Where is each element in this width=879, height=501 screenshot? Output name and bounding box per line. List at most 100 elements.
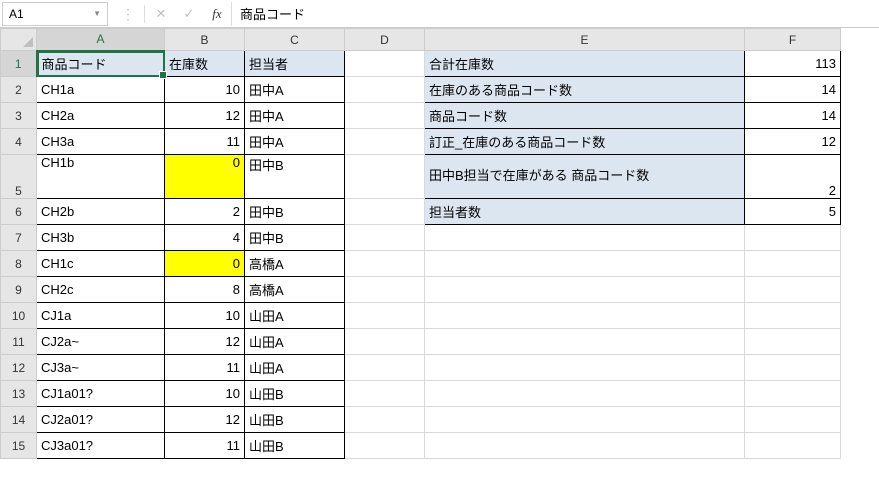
cell-E[interactable]: 商品コード数 [425,103,745,129]
cell-F[interactable]: 5 [745,199,841,225]
cell-E[interactable]: 田中B担当で在庫がある 商品コード数 [425,155,745,199]
cell-F[interactable] [745,303,841,329]
cell-E[interactable]: 担当者数 [425,199,745,225]
cell-E[interactable] [425,381,745,407]
cell-D[interactable] [345,129,425,155]
cell-F[interactable] [745,355,841,381]
cell-B[interactable]: 4 [165,225,245,251]
row-header[interactable]: 4 [1,129,37,155]
cell-B[interactable]: 12 [165,329,245,355]
cell-B[interactable]: 0 [165,251,245,277]
cell-A[interactable]: CH3b [37,225,165,251]
row-header[interactable]: 10 [1,303,37,329]
cell-D[interactable] [345,251,425,277]
cell-B[interactable]: 10 [165,303,245,329]
cell-A[interactable]: CJ3a~ [37,355,165,381]
cell-A[interactable]: CH2c [37,277,165,303]
enter-icon[interactable]: ✓ [175,2,203,26]
cell-C[interactable]: 高橋A [245,251,345,277]
cell-E[interactable] [425,433,745,459]
cell-C[interactable]: 田中B [245,225,345,251]
cell-B[interactable]: 10 [165,77,245,103]
cell-D[interactable] [345,355,425,381]
cell-B[interactable]: 12 [165,103,245,129]
cell-D[interactable] [345,277,425,303]
cell-A[interactable]: CJ1a01? [37,381,165,407]
cell-B[interactable]: 8 [165,277,245,303]
row-header[interactable]: 14 [1,407,37,433]
cell-E[interactable] [425,329,745,355]
cell-C[interactable]: 山田B [245,433,345,459]
cell-D[interactable] [345,199,425,225]
cell-D[interactable] [345,303,425,329]
cell-B[interactable]: 2 [165,199,245,225]
cell-C1[interactable]: 担当者 [245,51,345,77]
cell-D[interactable] [345,103,425,129]
cell-F[interactable]: 14 [745,103,841,129]
cell-D[interactable] [345,433,425,459]
cell-B[interactable]: 11 [165,129,245,155]
cell-A1[interactable]: 商品コード [37,51,165,77]
chevron-down-icon[interactable]: ▼ [93,9,101,18]
col-header-F[interactable]: F [745,29,841,51]
row-header[interactable]: 7 [1,225,37,251]
cell-A[interactable]: CH2b [37,199,165,225]
cell-C[interactable]: 山田A [245,355,345,381]
cell-A[interactable]: CH1c [37,251,165,277]
col-header-B[interactable]: B [165,29,245,51]
cell-E[interactable] [425,355,745,381]
cell-C[interactable]: 田中A [245,129,345,155]
cell-D1[interactable] [345,51,425,77]
cell-E[interactable] [425,303,745,329]
cell-C[interactable]: 山田A [245,329,345,355]
col-header-D[interactable]: D [345,29,425,51]
cell-D[interactable] [345,407,425,433]
cell-C[interactable]: 田中A [245,103,345,129]
row-header[interactable]: 15 [1,433,37,459]
cell-F[interactable] [745,277,841,303]
cell-E[interactable]: 在庫のある商品コード数 [425,77,745,103]
col-header-A[interactable]: A [37,29,165,51]
formula-input[interactable] [231,2,879,26]
cell-C[interactable]: 山田B [245,407,345,433]
row-header[interactable]: 2 [1,77,37,103]
cell-A[interactable]: CJ2a01? [37,407,165,433]
row-header[interactable]: 5 [1,155,37,199]
cell-C[interactable]: 田中B [245,199,345,225]
cell-D[interactable] [345,225,425,251]
cell-A[interactable]: CH2a [37,103,165,129]
cell-E[interactable] [425,225,745,251]
row-header[interactable]: 13 [1,381,37,407]
cell-F[interactable] [745,251,841,277]
cell-C[interactable]: 山田B [245,381,345,407]
cell-A[interactable]: CJ2a~ [37,329,165,355]
cell-E[interactable] [425,251,745,277]
cell-C[interactable]: 高橋A [245,277,345,303]
cell-F[interactable] [745,329,841,355]
cell-D[interactable] [345,329,425,355]
cell-E[interactable] [425,277,745,303]
row-header[interactable]: 12 [1,355,37,381]
row-header[interactable]: 8 [1,251,37,277]
cell-A[interactable]: CJ3a01? [37,433,165,459]
row-header[interactable]: 1 [1,51,37,77]
row-header[interactable]: 3 [1,103,37,129]
cell-A[interactable]: CH1b [37,155,165,199]
select-all-corner[interactable] [1,29,37,51]
cell-A[interactable]: CH3a [37,129,165,155]
cell-A[interactable]: CH1a [37,77,165,103]
row-header[interactable]: 11 [1,329,37,355]
cell-B[interactable]: 0 [165,155,245,199]
cell-F1[interactable]: 113 [745,51,841,77]
cell-F[interactable] [745,407,841,433]
cancel-icon[interactable]: ✕ [147,2,175,26]
cell-C[interactable]: 田中A [245,77,345,103]
row-header[interactable]: 6 [1,199,37,225]
name-box[interactable]: A1 ▼ [2,2,108,26]
cell-F[interactable] [745,381,841,407]
row-header[interactable]: 9 [1,277,37,303]
cell-D[interactable] [345,155,425,199]
cell-D[interactable] [345,77,425,103]
cell-D[interactable] [345,381,425,407]
cell-E[interactable] [425,407,745,433]
